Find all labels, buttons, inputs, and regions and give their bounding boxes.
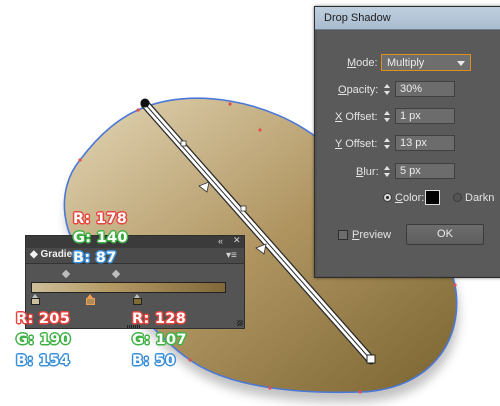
gradient-stop-left[interactable] bbox=[31, 294, 40, 305]
opacity-field[interactable]: 30% bbox=[395, 81, 455, 97]
arrow-up-icon[interactable] bbox=[384, 138, 390, 142]
arrow-down-icon[interactable] bbox=[384, 118, 390, 122]
x-offset-label: X Offset: bbox=[335, 111, 378, 123]
dialog-title: Drop Shadow bbox=[324, 12, 391, 24]
x-offset-stepper[interactable] bbox=[382, 108, 392, 125]
opacity-value: 30% bbox=[400, 83, 423, 95]
x-offset-field[interactable]: 1 px bbox=[395, 108, 455, 124]
right-red-label: R: 128 bbox=[132, 311, 187, 327]
gradient-slider-bar[interactable] bbox=[31, 282, 226, 293]
annotator-origin[interactable] bbox=[140, 98, 150, 108]
stop-swatch bbox=[86, 298, 95, 305]
preview-checkbox[interactable] bbox=[338, 230, 348, 240]
y-offset-label: Y Offset: bbox=[335, 138, 378, 150]
left-red-label: R: 205 bbox=[16, 311, 71, 327]
opacity-stepper[interactable] bbox=[382, 81, 392, 98]
darkness-label: Darkn bbox=[465, 192, 495, 204]
panel-menu-icon[interactable]: ▾≡ bbox=[226, 250, 237, 261]
annotator-end[interactable] bbox=[366, 354, 376, 364]
chevron-down-icon bbox=[457, 61, 465, 66]
blur-value: 5 px bbox=[400, 165, 421, 177]
arrow-up-icon[interactable] bbox=[384, 111, 390, 115]
arrow-down-icon[interactable] bbox=[384, 173, 390, 177]
y-offset-value: 13 px bbox=[400, 137, 427, 149]
y-offset-field[interactable]: 13 px bbox=[395, 135, 455, 151]
mode-label: Mode: bbox=[347, 57, 378, 69]
color-label: Color: bbox=[395, 192, 425, 204]
top-green-label: G: 140 bbox=[73, 230, 128, 246]
gradient-stop-middle[interactable] bbox=[86, 294, 95, 305]
preview-label: Preview bbox=[352, 229, 392, 241]
top-red-label: R: 178 bbox=[73, 211, 128, 227]
close-icon[interactable]: ✕ bbox=[233, 235, 241, 246]
gradient-tab-label: ◆ Gradien bbox=[30, 249, 79, 260]
double-chevron-left-icon[interactable]: « bbox=[218, 236, 223, 246]
left-green-label: G: 190 bbox=[16, 332, 71, 348]
arrow-down-icon[interactable] bbox=[384, 91, 390, 95]
dialog-titlebar[interactable]: Drop Shadow bbox=[315, 7, 500, 30]
blur-stepper[interactable] bbox=[382, 163, 392, 180]
ok-button[interactable]: OK bbox=[406, 224, 484, 245]
shadow-color-swatch[interactable] bbox=[425, 190, 440, 205]
mode-value: Multiply bbox=[387, 57, 425, 69]
right-green-label: G: 107 bbox=[132, 332, 187, 348]
annotator-midpoint[interactable] bbox=[240, 205, 247, 212]
arrow-down-icon[interactable] bbox=[384, 145, 390, 149]
color-radio[interactable] bbox=[383, 193, 392, 202]
right-blue-label: B: 50 bbox=[132, 353, 176, 369]
y-offset-stepper[interactable] bbox=[382, 135, 392, 152]
top-blue-label: B: 87 bbox=[73, 250, 117, 266]
darkness-radio[interactable] bbox=[453, 193, 462, 202]
left-blue-label: B: 154 bbox=[16, 353, 70, 369]
annotator-midpoint[interactable] bbox=[180, 140, 187, 147]
resize-handle-icon[interactable] bbox=[237, 320, 243, 326]
arrow-up-icon[interactable] bbox=[384, 166, 390, 170]
blur-field[interactable]: 5 px bbox=[395, 163, 455, 179]
x-offset-value: 1 px bbox=[400, 110, 421, 122]
stop-swatch bbox=[31, 298, 40, 305]
arrow-up-icon[interactable] bbox=[384, 84, 390, 88]
gradient-stop-right[interactable] bbox=[133, 294, 142, 305]
panel-header-bar[interactable] bbox=[26, 236, 244, 248]
blur-label: Blur: bbox=[356, 166, 379, 178]
gradient-tab[interactable]: ◆ Gradien bbox=[26, 248, 244, 264]
stop-swatch bbox=[133, 298, 142, 305]
mode-dropdown[interactable]: Multiply bbox=[381, 54, 471, 71]
opacity-label: Opacity: bbox=[338, 84, 379, 96]
